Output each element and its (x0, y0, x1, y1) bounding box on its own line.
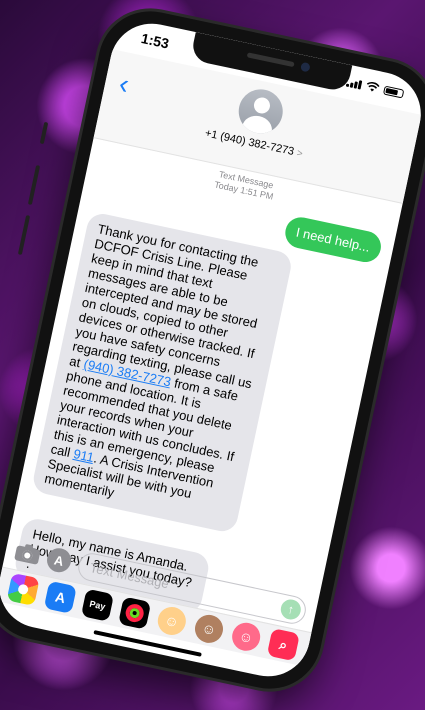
apple-pay-icon[interactable]: Pay (80, 588, 115, 622)
apps-button[interactable]: A (44, 545, 74, 575)
received-message-bubble[interactable]: Thank you for contacting the DCFOF Crisi… (30, 211, 294, 535)
status-icons (345, 77, 405, 99)
message-thread[interactable]: Text Message Today 1:51 PM I need help..… (10, 138, 403, 616)
app-store-icon[interactable]: A (43, 580, 77, 614)
wifi-icon (366, 81, 380, 92)
memoji-icon[interactable]: ☺ (155, 604, 189, 638)
volume-up-button (27, 165, 41, 205)
mute-switch (39, 121, 49, 145)
contact-avatar[interactable] (234, 85, 287, 138)
back-chevron-icon[interactable]: ‹ (116, 68, 132, 100)
phone-screen: 1:53 ‹ +1 (940) 382-7273 > Text Message … (0, 15, 425, 685)
camera-icon[interactable] (14, 542, 41, 565)
contact-chevron-icon: > (295, 147, 304, 160)
image-search-icon[interactable]: ⌕ (266, 628, 300, 662)
stickers-icon[interactable]: ☺ (229, 620, 263, 654)
volume-down-button (17, 215, 31, 255)
activity-rings-icon[interactable] (118, 596, 152, 630)
send-arrow-icon[interactable]: ↑ (278, 597, 303, 622)
animoji-icon[interactable]: ☺ (192, 612, 226, 646)
status-time: 1:53 (139, 30, 171, 52)
signal-icon (345, 77, 363, 90)
photos-app-icon[interactable] (6, 572, 40, 606)
battery-icon (383, 85, 405, 99)
phone-frame: 1:53 ‹ +1 (940) 382-7273 > Text Message … (0, 1, 425, 699)
message-input-placeholder: Text Message (88, 559, 171, 591)
contact-number: +1 (940) 382-7273 (203, 127, 296, 158)
